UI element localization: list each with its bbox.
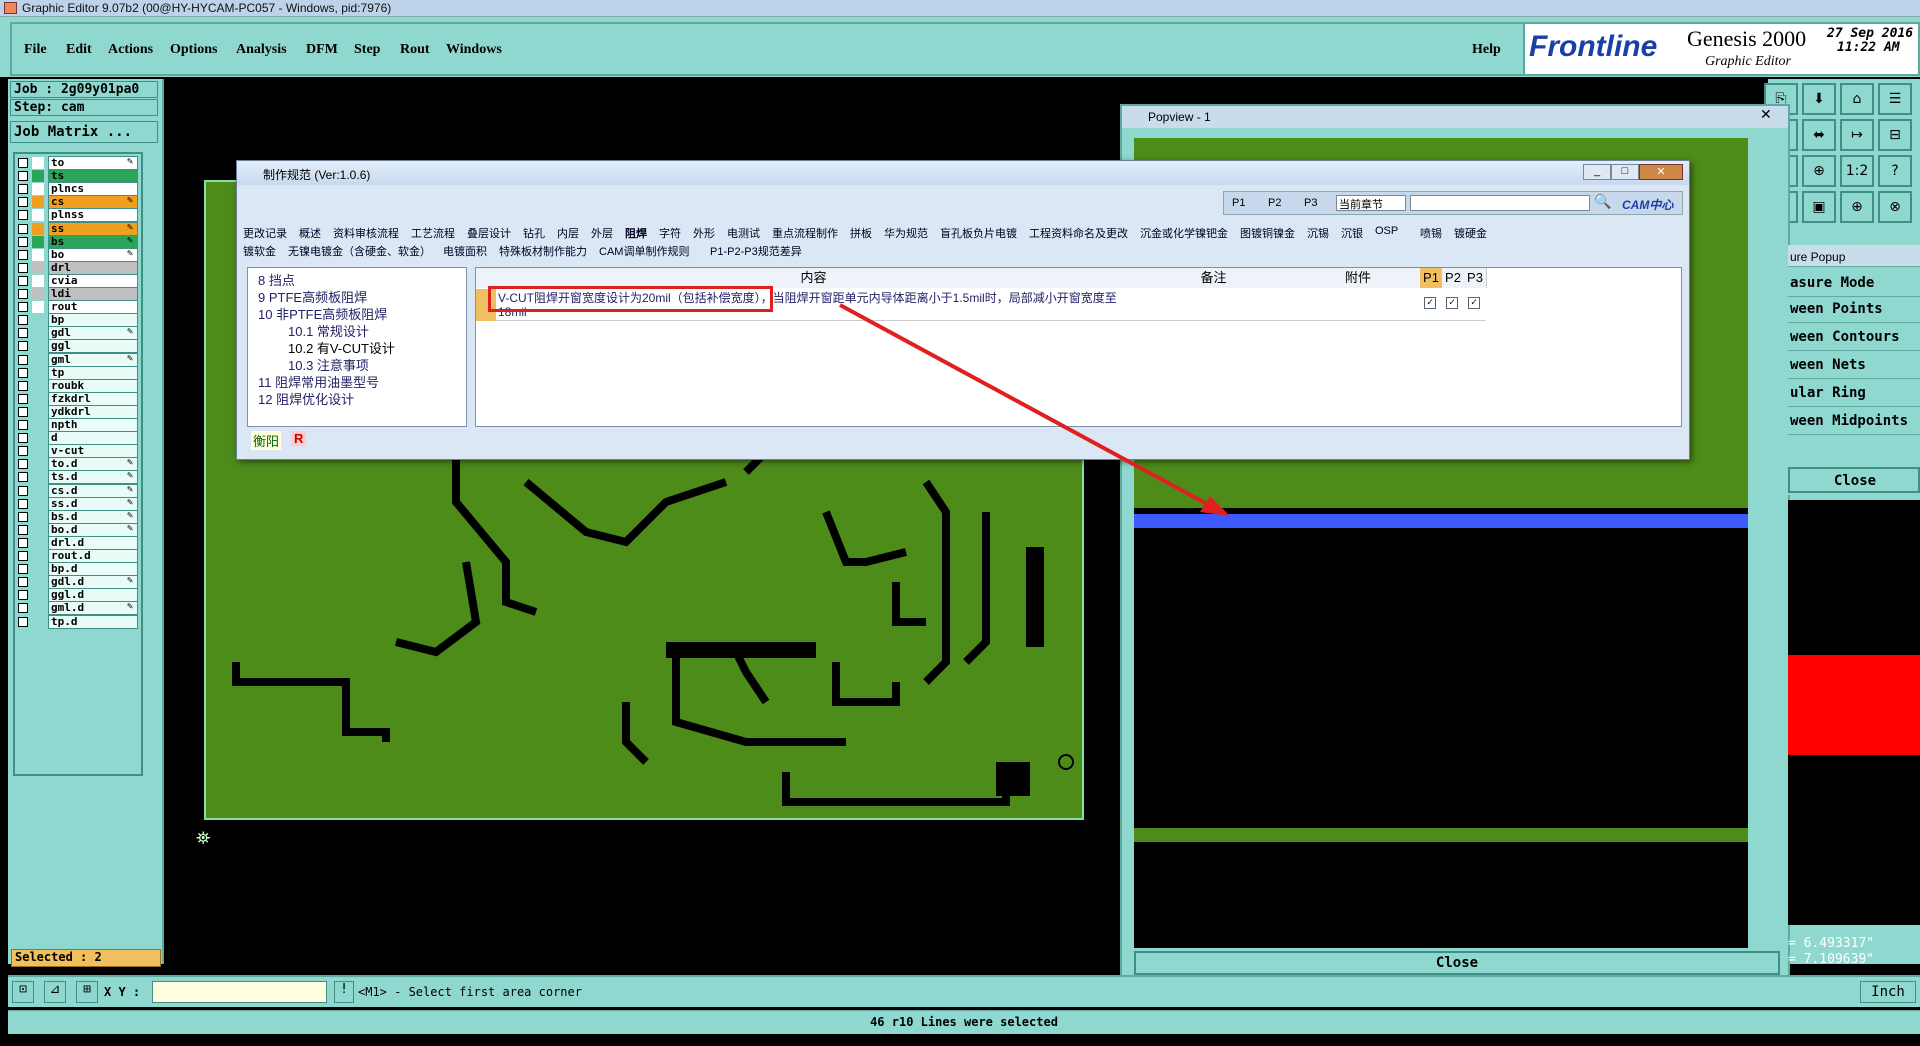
annotation-arrowhead — [1200, 496, 1230, 516]
zoom-tool-icon[interactable]: ⊡ — [12, 981, 34, 1003]
annotation-overlay — [839, 303, 1230, 516]
command-bar: ⊡ ⊿ ⊞ X Y : ! <M1> - Select first area c… — [8, 975, 1920, 1007]
measure-tool-icon[interactable]: ⊿ — [44, 981, 66, 1003]
prompt-text: <M1> - Select first area corner — [358, 985, 582, 999]
status-text: 46 r10 Lines were selected — [870, 1015, 1058, 1029]
grid-tool-icon[interactable]: ⊞ — [76, 981, 98, 1003]
units-button[interactable]: Inch — [1860, 981, 1916, 1003]
xy-input[interactable] — [152, 981, 327, 1003]
info-icon[interactable]: ! — [334, 981, 354, 1003]
xy-label: X Y : — [104, 985, 141, 999]
status-bar: 46 r10 Lines were selected — [8, 1010, 1920, 1034]
annotation-arrow-line — [839, 303, 1219, 512]
